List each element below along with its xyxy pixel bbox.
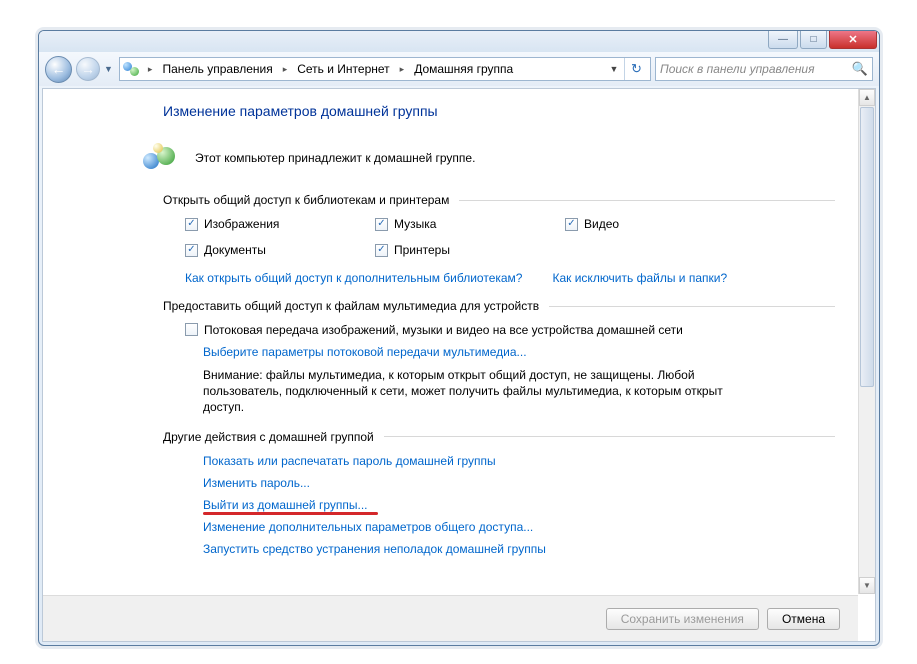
breadcrumb-sep-icon: ▸	[396, 64, 409, 75]
checkbox-label: Потоковая передача изображений, музыки и…	[204, 323, 683, 337]
search-input[interactable]: Поиск в панели управления 🔍	[655, 57, 873, 81]
breadcrumb-sep-icon: ▸	[144, 64, 157, 75]
control-panel-window: — □ ✕ ← → ▼ ▸ Панель управления ▸ Сеть и…	[38, 30, 880, 646]
checkbox-label: Музыка	[394, 217, 436, 231]
checkbox-images[interactable]: ✓ Изображения	[185, 217, 375, 231]
scroll-thumb[interactable]	[860, 107, 874, 387]
maximize-button[interactable]: □	[800, 31, 827, 49]
link-show-password[interactable]: Показать или распечатать пароль домашней…	[203, 454, 496, 468]
homegroup-large-icon	[143, 143, 179, 173]
checkbox-label: Принтеры	[394, 243, 450, 257]
refresh-button[interactable]: ↻	[624, 58, 648, 80]
checkbox-label: Изображения	[204, 217, 279, 231]
back-button[interactable]: ←	[45, 56, 72, 83]
link-change-password[interactable]: Изменить пароль...	[203, 476, 310, 490]
link-exclude-files[interactable]: Как исключить файлы и папки?	[552, 271, 727, 285]
window-titlebar: — □ ✕	[39, 31, 879, 52]
homegroup-icon	[122, 60, 140, 78]
close-button[interactable]: ✕	[829, 31, 877, 49]
check-icon: ✓	[185, 218, 198, 231]
search-placeholder: Поиск в панели управления	[660, 62, 815, 76]
page-title: Изменение параметров домашней группы	[163, 103, 835, 119]
libraries-section-title: Открыть общий доступ к библиотекам и при…	[163, 193, 835, 207]
checkbox-music[interactable]: ✓ Музыка	[375, 217, 565, 231]
breadcrumb-homegroup[interactable]: Домашняя группа	[412, 62, 515, 76]
link-leave-homegroup[interactable]: Выйти из домашней группы...	[203, 498, 368, 512]
save-button[interactable]: Сохранить изменения	[606, 608, 759, 630]
checkbox-label: Документы	[204, 243, 266, 257]
other-actions-section-title: Другие действия с домашней группой	[163, 430, 835, 444]
link-advanced-sharing[interactable]: Изменение дополнительных параметров обще…	[203, 520, 533, 534]
checkbox-printers[interactable]: ✓ Принтеры	[375, 243, 565, 257]
footer-bar: Сохранить изменения Отмена	[43, 595, 858, 641]
content-pane: Изменение параметров домашней группы Это…	[42, 88, 876, 642]
check-icon: ✓	[565, 218, 578, 231]
vertical-scrollbar[interactable]: ▲ ▼	[858, 89, 875, 594]
check-icon: ✓	[185, 323, 198, 336]
checkbox-documents[interactable]: ✓ Документы	[185, 243, 375, 257]
scroll-up-button[interactable]: ▲	[859, 89, 875, 106]
search-icon: 🔍	[852, 61, 868, 77]
cancel-button[interactable]: Отмена	[767, 608, 840, 630]
forward-button[interactable]: →	[76, 57, 100, 81]
check-icon: ✓	[185, 244, 198, 257]
link-streaming-options[interactable]: Выберите параметры потоковой передачи му…	[203, 345, 527, 359]
minimize-button[interactable]: —	[768, 31, 798, 49]
link-troubleshoot[interactable]: Запустить средство устранения неполадок …	[203, 542, 546, 556]
check-icon: ✓	[375, 244, 388, 257]
history-dropdown-icon[interactable]: ▼	[104, 64, 113, 74]
checkbox-label: Видео	[584, 217, 619, 231]
check-icon: ✓	[375, 218, 388, 231]
address-dropdown-icon[interactable]: ▼	[606, 64, 622, 74]
navigation-bar: ← → ▼ ▸ Панель управления ▸ Сеть и Интер…	[39, 52, 879, 86]
link-more-libraries[interactable]: Как открыть общий доступ к дополнительны…	[185, 271, 522, 285]
streaming-warning-text: Внимание: файлы мультимедиа, к которым о…	[203, 367, 763, 416]
breadcrumb-control-panel[interactable]: Панель управления	[160, 62, 274, 76]
intro-text: Этот компьютер принадлежит к домашней гр…	[195, 151, 475, 165]
checkbox-video[interactable]: ✓ Видео	[565, 217, 755, 231]
media-section-title: Предоставить общий доступ к файлам мульт…	[163, 299, 835, 313]
breadcrumb-sep-icon: ▸	[279, 64, 292, 75]
breadcrumb-network[interactable]: Сеть и Интернет	[295, 62, 391, 76]
scroll-down-button[interactable]: ▼	[859, 577, 875, 594]
address-bar[interactable]: ▸ Панель управления ▸ Сеть и Интернет ▸ …	[119, 57, 651, 81]
checkbox-streaming[interactable]: ✓ Потоковая передача изображений, музыки…	[185, 323, 835, 337]
